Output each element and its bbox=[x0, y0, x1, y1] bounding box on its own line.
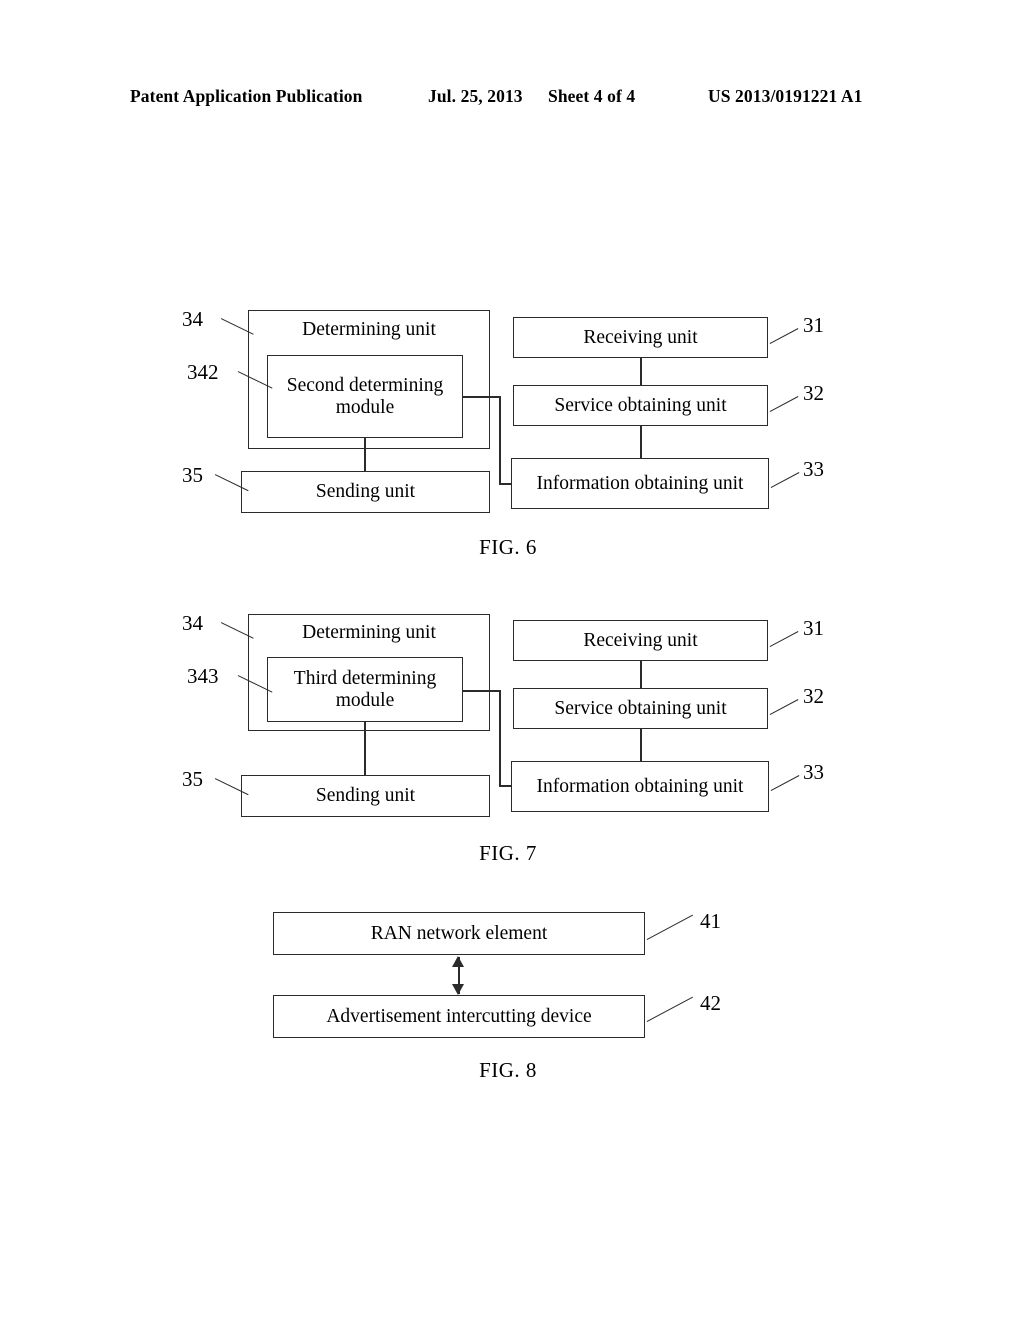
fig8-advertisement-device-label: Advertisement intercutting device bbox=[326, 1005, 592, 1027]
fig7-ref-31: 31 bbox=[803, 616, 824, 640]
fig6-ref-32: 32 bbox=[803, 381, 824, 405]
fig6-service-obtaining-unit-label: Service obtaining unit bbox=[554, 394, 727, 416]
fig7-connector-module-down-segment bbox=[499, 690, 501, 786]
fig7-information-obtaining-unit-box: Information obtaining unit bbox=[511, 761, 769, 812]
fig7-sending-unit-box: Sending unit bbox=[241, 775, 490, 817]
fig7-ref-343: 343 bbox=[187, 664, 219, 688]
fig8-ran-network-element-label: RAN network element bbox=[370, 922, 548, 944]
fig6-ref-342: 342 bbox=[187, 360, 219, 384]
fig7-connector-receiving-service bbox=[640, 661, 642, 688]
fig6-ref-35: 35 bbox=[182, 463, 203, 487]
fig7-connector-module-into-information bbox=[499, 785, 512, 787]
fig7-information-obtaining-unit-label: Information obtaining unit bbox=[536, 775, 744, 797]
fig7-receiving-unit-box: Receiving unit bbox=[513, 620, 768, 661]
fig6-determining-unit-label: Determining unit bbox=[302, 319, 436, 340]
fig8-ran-network-element-box: RAN network element bbox=[273, 912, 645, 955]
fig6-information-obtaining-unit-label: Information obtaining unit bbox=[536, 472, 744, 494]
fig6-ref-31: 31 bbox=[803, 313, 824, 337]
header-date: Jul. 25, 2013 bbox=[428, 86, 523, 106]
fig6-sending-unit-label: Sending unit bbox=[315, 481, 416, 503]
fig6-connector-receiving-service bbox=[640, 358, 642, 385]
fig6-leader-31 bbox=[769, 328, 799, 345]
fig7-ref-35: 35 bbox=[182, 767, 203, 791]
fig6-second-determining-module-box: Second determining module bbox=[267, 355, 463, 438]
fig7-connector-service-information bbox=[640, 729, 642, 761]
fig6-connector-module-right-segment bbox=[463, 396, 501, 398]
fig8-caption: FIG. 8 bbox=[479, 1058, 537, 1082]
fig8-leader-41 bbox=[646, 914, 694, 941]
fig7-ref-32: 32 bbox=[803, 684, 824, 708]
header-publication: Patent Application Publication bbox=[130, 86, 363, 106]
fig8-ref-42: 42 bbox=[700, 991, 721, 1015]
fig8-leader-42 bbox=[646, 996, 694, 1023]
fig6-connector-module-sending bbox=[364, 438, 366, 471]
fig6-sending-unit-box: Sending unit bbox=[241, 471, 490, 513]
fig8-arrowhead-up-icon bbox=[452, 956, 464, 967]
fig7-ref-34: 34 bbox=[182, 611, 203, 635]
header-patent-number: US 2013/0191221 A1 bbox=[708, 86, 863, 106]
fig6-connector-service-information bbox=[640, 426, 642, 458]
fig7-ref-33: 33 bbox=[803, 760, 824, 784]
page-header: Patent Application Publication Jul. 25, … bbox=[130, 86, 894, 112]
fig6-caption: FIG. 6 bbox=[479, 535, 537, 559]
fig7-caption: FIG. 7 bbox=[479, 841, 537, 865]
fig6-service-obtaining-unit-box: Service obtaining unit bbox=[513, 385, 768, 426]
fig7-determining-unit-label: Determining unit bbox=[302, 622, 436, 643]
fig6-ref-34: 34 bbox=[182, 307, 203, 331]
fig8-arrowhead-down-icon bbox=[452, 984, 464, 995]
fig6-leader-32 bbox=[769, 396, 799, 413]
fig7-connector-module-right-segment bbox=[463, 690, 501, 692]
fig6-receiving-unit-box: Receiving unit bbox=[513, 317, 768, 358]
fig6-second-determining-module-label: Second determining module bbox=[286, 374, 444, 418]
fig6-ref-33: 33 bbox=[803, 457, 824, 481]
fig7-service-obtaining-unit-box: Service obtaining unit bbox=[513, 688, 768, 729]
fig7-third-determining-module-label: Third determining module bbox=[293, 667, 437, 711]
fig7-connector-module-sending bbox=[364, 722, 366, 775]
fig8-advertisement-device-box: Advertisement intercutting device bbox=[273, 995, 645, 1038]
fig6-information-obtaining-unit-box: Information obtaining unit bbox=[511, 458, 769, 509]
fig7-service-obtaining-unit-label: Service obtaining unit bbox=[554, 697, 727, 719]
fig7-receiving-unit-label: Receiving unit bbox=[583, 629, 698, 651]
fig7-leader-31 bbox=[769, 631, 799, 648]
fig6-connector-module-into-information bbox=[499, 483, 512, 485]
fig6-receiving-unit-label: Receiving unit bbox=[583, 326, 698, 348]
fig7-sending-unit-label: Sending unit bbox=[315, 785, 416, 807]
fig6-connector-module-down-segment bbox=[499, 396, 501, 484]
fig7-leader-32 bbox=[769, 699, 799, 716]
fig6-leader-33 bbox=[770, 472, 800, 489]
fig8-ref-41: 41 bbox=[700, 909, 721, 933]
fig7-third-determining-module-box: Third determining module bbox=[267, 657, 463, 722]
header-sheet: Sheet 4 of 4 bbox=[548, 86, 636, 106]
fig7-leader-33 bbox=[770, 775, 800, 792]
